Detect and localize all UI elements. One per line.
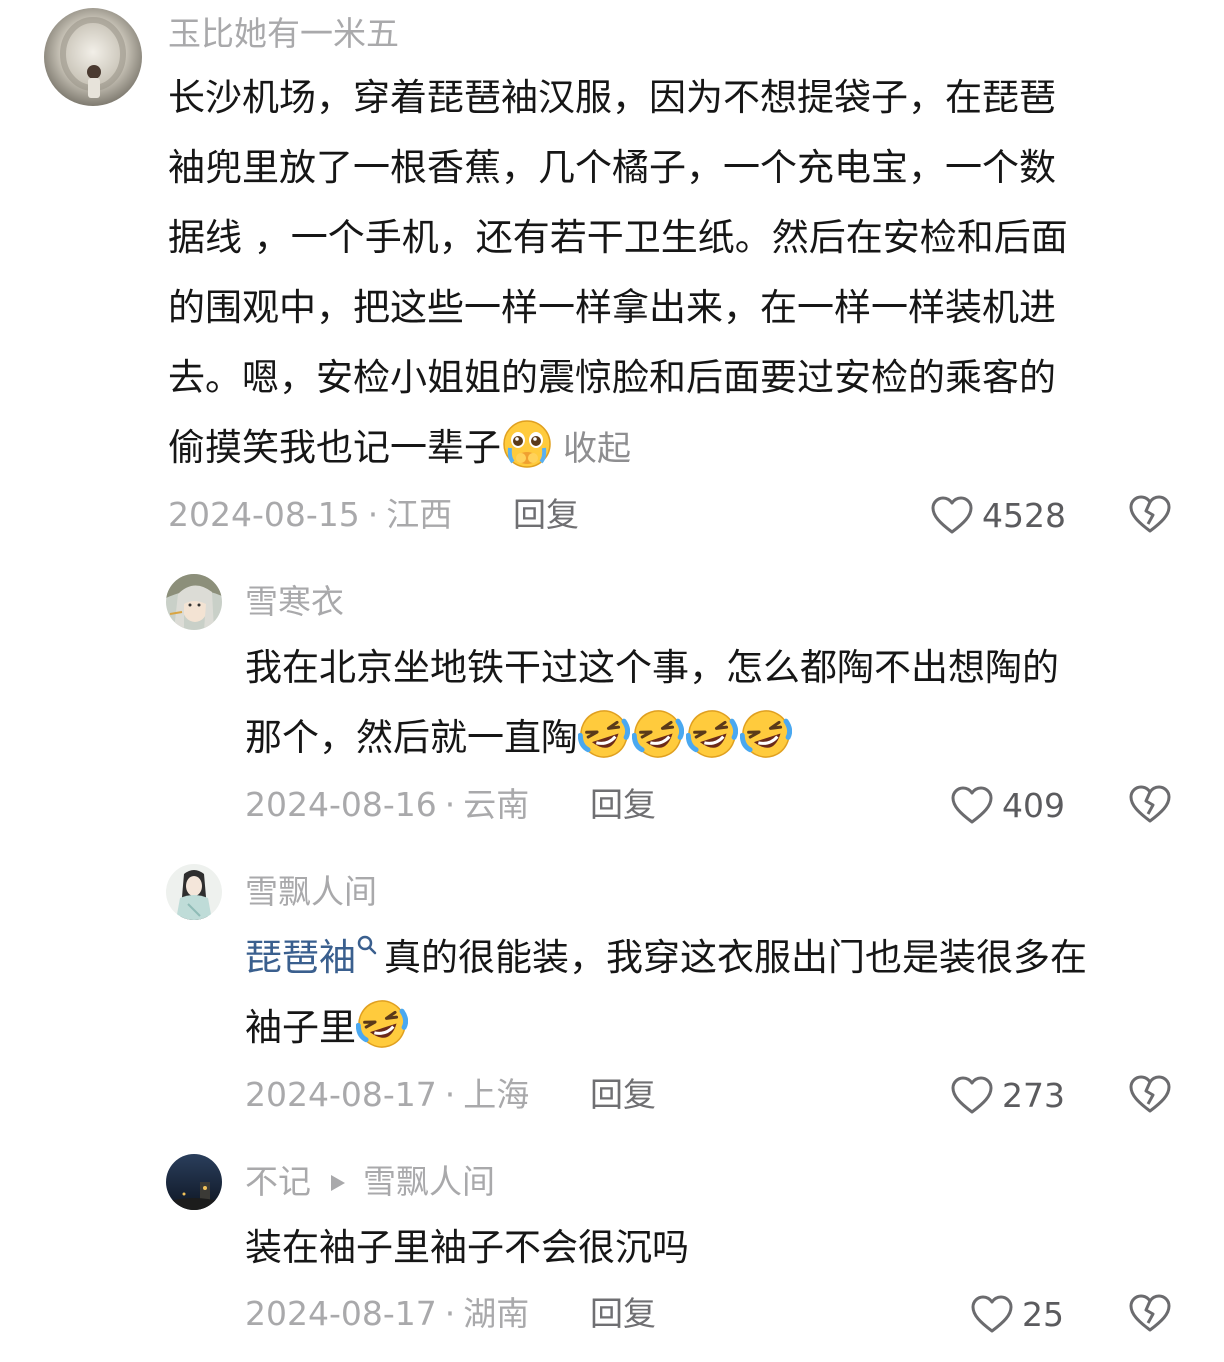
broken-heart-icon — [1128, 783, 1172, 825]
reply-button[interactable]: 回复 — [513, 495, 579, 535]
heart-outline-icon — [950, 1075, 994, 1115]
comment-location: 上海 — [463, 1075, 530, 1114]
comment-line: 装在袖子里袖子不会很沉吗 — [245, 1226, 689, 1269]
comment-line: 袖兜里放了一根香蕉，几个橘子，一个充电宝，一个数 — [168, 146, 1056, 189]
reply-button[interactable]: 回复 — [590, 785, 656, 825]
heart-outline-icon — [950, 785, 994, 825]
rofl-crying-emoji — [632, 708, 684, 760]
dislike-button[interactable] — [1128, 783, 1172, 825]
comment-meta: 2024-08-17 · 湖南 — [245, 1294, 529, 1334]
collapse-button[interactable]: 收起 — [563, 429, 631, 469]
comment-line: 据线 ，一个手机，还有若干卫生纸。然后在安检和后面 — [168, 216, 1068, 259]
comment-line-text: 偷摸笑我也记一辈子 — [168, 426, 501, 469]
avatar[interactable] — [166, 574, 222, 630]
comment-line-last: 偷摸笑我也记一辈子 收起 — [168, 413, 1068, 483]
separator-dot: · — [444, 785, 456, 824]
comment-line: 长沙机场，穿着琵琶袖汉服，因为不想提袋子，在琵琶 — [168, 76, 1056, 119]
dislike-button[interactable] — [1128, 493, 1172, 535]
comment-line: 的围观中，把这些一样一样拿出来，在一样一样装机进 — [168, 286, 1056, 329]
username[interactable]: 不记 — [245, 1162, 311, 1201]
avatar[interactable] — [166, 864, 222, 920]
broken-heart-icon — [1128, 1073, 1172, 1115]
like-button[interactable]: 409 — [950, 783, 1065, 827]
comment-location: 云南 — [463, 785, 530, 824]
separator-dot: · — [367, 495, 379, 534]
comment-text: 装在袖子里袖子不会很沉吗 — [245, 1213, 689, 1283]
heart-outline-icon — [970, 1294, 1014, 1334]
comment-line: 琵琶袖 真的很能装，我穿这衣服出门也是装很多在 — [245, 923, 1087, 993]
rofl-crying-emoji — [740, 708, 792, 760]
like-button[interactable]: 4528 — [930, 493, 1066, 537]
comment-line-last: 那个，然后就一直陶 — [245, 703, 1059, 773]
separator-dot: · — [444, 1075, 456, 1114]
comment-date: 2024-08-15 — [168, 495, 360, 534]
comment-meta: 2024-08-15 · 江西 — [168, 495, 452, 535]
comment-text: 我在北京坐地铁干过这个事，怎么都陶不出想陶的 那个，然后就一直陶 — [245, 633, 1059, 773]
like-button[interactable]: 25 — [970, 1292, 1064, 1336]
reply-to-username[interactable]: 雪飘人间 — [363, 1162, 495, 1201]
rofl-crying-emoji — [686, 708, 738, 760]
comment-date: 2024-08-17 — [245, 1294, 437, 1333]
like-count: 4528 — [982, 495, 1066, 535]
search-icon — [356, 934, 378, 956]
comment-text: 长沙机场，穿着琵琶袖汉服，因为不想提袋子，在琵琶 袖兜里放了一根香蕉，几个橘子，… — [168, 63, 1068, 483]
avatar[interactable] — [44, 8, 142, 106]
avatar[interactable] — [166, 1154, 222, 1210]
comment-line-text: 真的很能装，我穿这衣服出门也是装很多在 — [384, 936, 1087, 979]
comment-location: 湖南 — [463, 1294, 530, 1333]
reply-button[interactable]: 回复 — [590, 1075, 656, 1115]
comment-line: 去。嗯，安检小姐姐的震惊脸和后面要过安检的乘客的 — [168, 356, 1056, 399]
username[interactable]: 雪飘人间 — [245, 872, 377, 912]
like-count: 273 — [1002, 1075, 1065, 1115]
comment-line: 我在北京坐地铁干过这个事，怎么都陶不出想陶的 — [245, 646, 1059, 689]
like-count: 25 — [1022, 1294, 1064, 1334]
separator-dot: · — [444, 1294, 456, 1333]
comment-line-text: 袖子里 — [245, 1006, 356, 1049]
rofl-crying-emoji — [356, 998, 408, 1050]
comment-meta: 2024-08-17 · 上海 — [245, 1075, 529, 1115]
comment-line-last: 袖子里 — [245, 993, 1087, 1063]
dislike-button[interactable] — [1128, 1292, 1172, 1334]
rofl-crying-emoji — [578, 708, 630, 760]
comment-date: 2024-08-17 — [245, 1075, 437, 1114]
comment-line-text: 那个，然后就一直陶 — [245, 716, 578, 759]
broken-heart-icon — [1128, 493, 1172, 535]
comment-location: 江西 — [386, 495, 453, 534]
pleading-face-emoji — [501, 418, 553, 470]
like-button[interactable]: 273 — [950, 1073, 1065, 1117]
like-count: 409 — [1002, 785, 1065, 825]
reply-arrow-icon — [329, 1173, 347, 1193]
topic-link[interactable]: 琵琶袖 — [245, 936, 356, 979]
broken-heart-icon — [1128, 1292, 1172, 1334]
heart-outline-icon — [930, 495, 974, 535]
reply-button[interactable]: 回复 — [590, 1294, 656, 1334]
comment-text: 琵琶袖 真的很能装，我穿这衣服出门也是装很多在 袖子里 — [245, 923, 1087, 1063]
username[interactable]: 玉比她有一米五 — [168, 14, 399, 54]
username[interactable]: 雪寒衣 — [245, 582, 344, 622]
comment-date: 2024-08-16 — [245, 785, 437, 824]
dislike-button[interactable] — [1128, 1073, 1172, 1115]
comment-meta: 2024-08-16 · 云南 — [245, 785, 529, 825]
reply-header: 不记 雪飘人间 — [245, 1162, 495, 1202]
